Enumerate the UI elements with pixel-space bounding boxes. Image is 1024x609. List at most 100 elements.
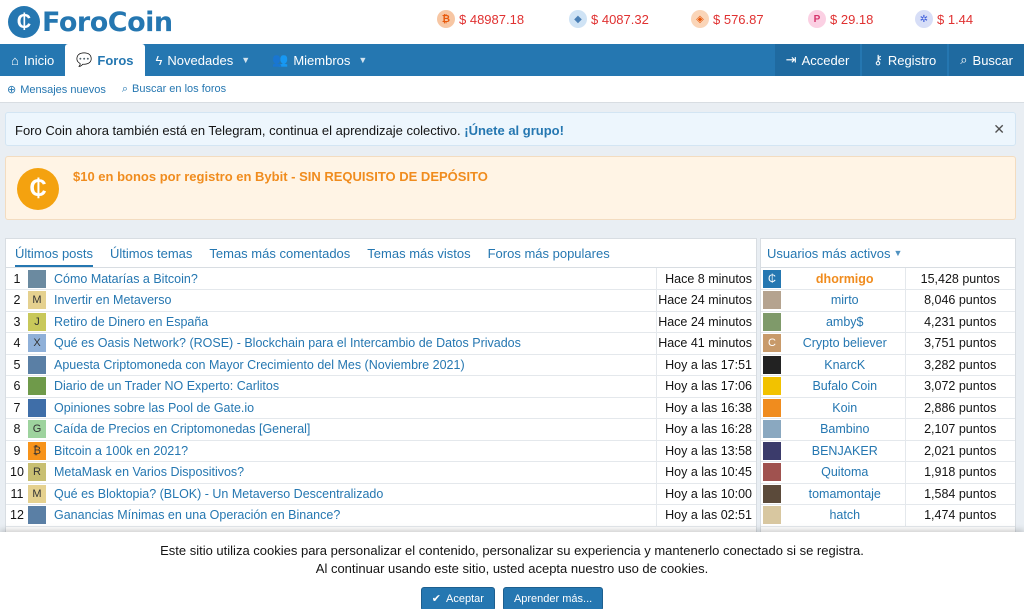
- avatar[interactable]: [761, 483, 785, 505]
- chevron-down-icon[interactable]: ▼: [241, 55, 250, 65]
- avatar[interactable]: J: [28, 311, 54, 333]
- post-title-link[interactable]: Caída de Precios en Criptomonedas [Gener…: [54, 422, 310, 436]
- post-title-link[interactable]: Opiniones sobre las Pool de Gate.io: [54, 401, 254, 415]
- post-time: Hace 24 minutos: [655, 311, 756, 333]
- login-button[interactable]: ⇥ Acceder: [774, 44, 861, 76]
- avatar-icon: C: [763, 334, 781, 353]
- nav-novedades-label: Novedades: [167, 52, 234, 68]
- close-icon[interactable]: ✕: [993, 121, 1005, 138]
- nav-miembros[interactable]: 👥 Miembros ▼: [261, 44, 378, 76]
- post-time: Hoy a las 16:38: [655, 397, 756, 419]
- user-name-link[interactable]: Quitoma: [785, 461, 905, 484]
- price-eth[interactable]: ◆ $ 4087.32: [569, 10, 691, 28]
- active-users-header[interactable]: Usuarios más activos ▼: [761, 239, 1015, 268]
- tab-popular-forums[interactable]: Foros más populares: [488, 246, 610, 261]
- avatar[interactable]: [761, 440, 785, 462]
- tab-most-viewed[interactable]: Temas más vistos: [367, 246, 470, 261]
- nav-foros[interactable]: 💬 Foros: [65, 44, 145, 76]
- tab-most-commented[interactable]: Temas más comentados: [209, 246, 350, 261]
- active-users-title: Usuarios más activos: [767, 245, 891, 261]
- site-logo[interactable]: ₵ ForoCoin: [8, 6, 173, 38]
- bybit-promo[interactable]: ₵ $10 en bonos por registro en Bybit - S…: [5, 156, 1016, 220]
- post-rank: 3: [6, 311, 28, 333]
- table-row: BENJAKER 2,021 puntos: [761, 440, 1015, 462]
- avatar[interactable]: [761, 418, 785, 441]
- coin-logo-icon: ₵: [17, 168, 59, 210]
- user-name-link[interactable]: KnarcK: [785, 354, 905, 376]
- post-title-link[interactable]: Bitcoin a 100k en 2021?: [54, 444, 188, 458]
- user-name-link[interactable]: dhormigo: [785, 268, 905, 290]
- avatar[interactable]: [761, 461, 785, 484]
- post-title-link[interactable]: Qué es Oasis Network? (ROSE) - Blockchai…: [54, 336, 521, 350]
- tab-latest-posts[interactable]: Últimos posts: [15, 240, 94, 267]
- avatar[interactable]: G: [28, 418, 54, 441]
- avatar[interactable]: ₵: [761, 268, 785, 290]
- user-name-link[interactable]: Bambino: [785, 418, 905, 441]
- post-title-link[interactable]: MetaMask en Varios Dispositivos?: [54, 465, 244, 479]
- avatar[interactable]: [28, 375, 54, 398]
- avatar[interactable]: [761, 289, 785, 312]
- nav-foros-label: Foros: [97, 52, 134, 68]
- post-title-link[interactable]: Invertir en Metaverso: [54, 293, 171, 307]
- post-title-link[interactable]: Ganancias Mínimas en una Operación en Bi…: [54, 508, 340, 522]
- post-title-link[interactable]: Qué es Bloktopia? (BLOK) - Un Metaverso …: [54, 487, 383, 501]
- tab-latest-threads[interactable]: Últimos temas: [110, 246, 192, 261]
- avatar[interactable]: [761, 354, 785, 376]
- btc-icon: ₿: [437, 10, 455, 28]
- table-row: 4 X Qué es Oasis Network? (ROSE) - Blockch…: [6, 332, 756, 355]
- user-name-link[interactable]: Koin: [785, 397, 905, 419]
- avatar[interactable]: [28, 354, 54, 376]
- post-title-link[interactable]: Diario de un Trader NO Experto: Carlitos: [54, 379, 279, 393]
- user-name-link[interactable]: amby$: [785, 311, 905, 333]
- chevron-down-icon[interactable]: ▼: [358, 55, 367, 65]
- avatar[interactable]: C: [761, 332, 785, 355]
- nav-miembros-label: Miembros: [293, 52, 351, 68]
- user-name-link[interactable]: Crypto believer: [785, 332, 905, 355]
- post-rank: 8: [6, 418, 28, 441]
- avatar[interactable]: M: [28, 483, 54, 505]
- search-button[interactable]: ⌕ Buscar: [949, 44, 1024, 76]
- avatar-icon: [28, 506, 46, 525]
- avatar[interactable]: [761, 311, 785, 333]
- avatar[interactable]: [28, 397, 54, 419]
- table-row: tomamontaje 1,584 puntos: [761, 483, 1015, 505]
- avatar-icon: [763, 377, 781, 396]
- avatar[interactable]: [761, 397, 785, 419]
- user-name-link[interactable]: mirto: [785, 289, 905, 312]
- search-label: Buscar: [972, 52, 1013, 68]
- avatar[interactable]: M: [28, 289, 54, 312]
- nav-inicio[interactable]: ⌂ Inicio: [0, 44, 65, 76]
- avatar-icon: M: [28, 291, 46, 310]
- user-name-link[interactable]: hatch: [785, 504, 905, 527]
- post-title-link[interactable]: Retiro de Dinero en España: [54, 315, 208, 329]
- register-button[interactable]: ⚷ Registro: [862, 44, 948, 76]
- user-points: 1,474 puntos: [904, 504, 1015, 527]
- avatar[interactable]: [28, 268, 54, 290]
- accept-cookies-button[interactable]: ✔ Aceptar: [420, 587, 495, 609]
- price-atom[interactable]: ✲ $ 1.44: [915, 10, 995, 28]
- avatar[interactable]: [28, 504, 54, 527]
- learn-more-label: Aprender más...: [513, 593, 593, 605]
- user-name-link[interactable]: tomamontaje: [785, 483, 905, 505]
- search-forums-link[interactable]: ⌕ Buscar en los foros: [122, 83, 226, 96]
- telegram-join-link[interactable]: ¡Únete al grupo!: [464, 123, 564, 138]
- user-name-link[interactable]: Bufalo Coin: [785, 375, 905, 398]
- avatar[interactable]: ₿: [28, 440, 54, 462]
- price-btc[interactable]: ₿ $ 48987.18: [437, 10, 569, 28]
- post-title-link[interactable]: Apuesta Criptomoneda con Mayor Crecimien…: [54, 358, 465, 372]
- user-name-link[interactable]: BENJAKER: [785, 440, 905, 462]
- chevron-down-icon[interactable]: ▼: [894, 248, 903, 258]
- avatar[interactable]: R: [28, 461, 54, 484]
- avatar[interactable]: X: [28, 332, 54, 355]
- avatar[interactable]: [761, 375, 785, 398]
- new-posts-link[interactable]: ⊕ Mensajes nuevos: [7, 83, 106, 96]
- search-forums-label: Buscar en los foros: [132, 82, 227, 95]
- price-dot[interactable]: P $ 29.18: [808, 10, 915, 28]
- learn-more-button[interactable]: Aprender más...: [502, 587, 604, 609]
- post-title-cell: Qué es Bloktopia? (BLOK) - Un Metaverso …: [54, 483, 656, 505]
- post-title-link[interactable]: Cómo Matarías a Bitcoin?: [54, 272, 198, 286]
- price-bnb[interactable]: ◈ $ 576.87: [691, 10, 808, 28]
- promo-text[interactable]: $10 en bonos por registro en Bybit - SIN…: [73, 169, 488, 184]
- avatar[interactable]: [761, 504, 785, 527]
- nav-novedades[interactable]: ϟ Novedades ▼: [145, 44, 262, 76]
